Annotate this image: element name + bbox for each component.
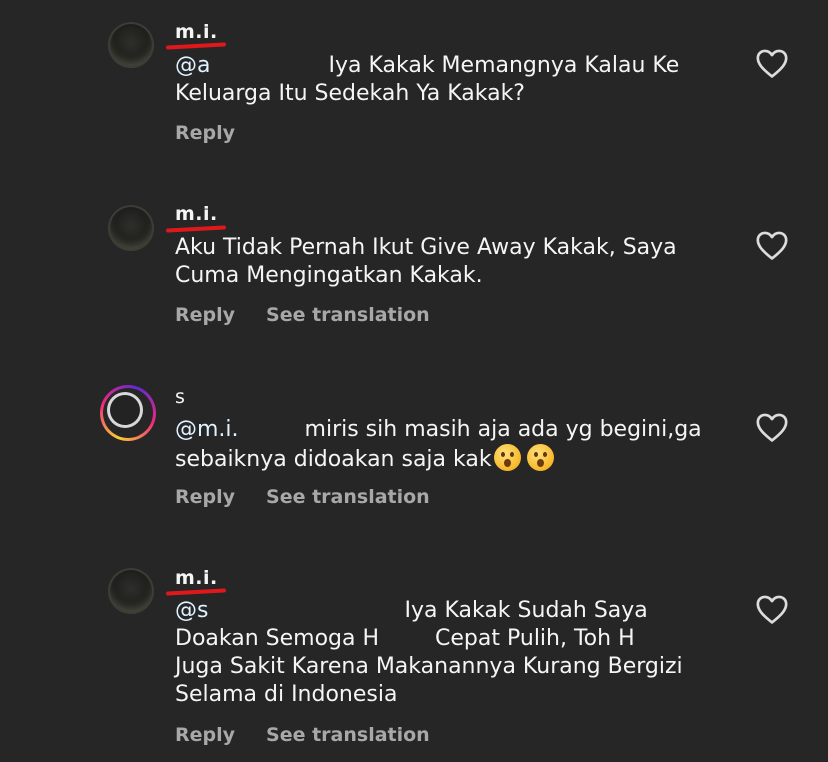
reply-button[interactable]: Reply	[175, 486, 235, 508]
comment-username[interactable]: m.i.	[175, 567, 218, 589]
avatar-image	[107, 392, 143, 428]
comment-username[interactable]: m.i.	[175, 203, 218, 225]
comment-text-line: Doakan Semoga H Cepat Pulih, Toh H	[175, 626, 635, 651]
mention-link[interactable]: @m.i.	[175, 417, 239, 442]
comment-text-line: Keluarga Itu Sedekah Ya Kakak?	[175, 81, 525, 106]
comment-text-line: @s Iya Kakak Sudah Saya	[175, 598, 648, 623]
red-underline-mark	[165, 588, 227, 596]
comment-actions: Reply	[175, 122, 266, 144]
avatar-with-story-ring[interactable]	[100, 385, 156, 441]
reply-button[interactable]: Reply	[175, 724, 235, 746]
comment-username[interactable]: s	[175, 386, 185, 408]
heart-icon[interactable]	[755, 411, 789, 443]
heart-icon[interactable]	[755, 229, 789, 261]
comment-text-line: @m.i. miris sih masih aja ada yg begini,g…	[175, 417, 702, 442]
comment-text-line: sebaiknya didoakan saja kak	[175, 444, 554, 474]
avatar[interactable]	[108, 22, 154, 68]
heart-icon[interactable]	[755, 593, 789, 625]
see-translation-button[interactable]: See translation	[266, 486, 430, 508]
comment-text-line: @a Iya Kakak Memangnya Kalau Ke	[175, 53, 680, 78]
red-underline-mark	[165, 42, 227, 50]
see-translation-button[interactable]: See translation	[266, 304, 430, 326]
reply-button[interactable]: Reply	[175, 122, 235, 144]
comment-text-line: Aku Tidak Pernah Ikut Give Away Kakak, S…	[175, 235, 677, 260]
comment-actions: Reply See translation	[175, 724, 461, 746]
comment-text-line: Juga Sakit Karena Makanannya Kurang Berg…	[175, 654, 683, 679]
mention-link[interactable]: @a	[175, 53, 210, 78]
comment-text-line: Cuma Mengingatkan Kakak.	[175, 263, 483, 288]
avatar[interactable]	[108, 568, 154, 614]
comment-username[interactable]: m.i.	[175, 21, 218, 43]
heart-icon[interactable]	[755, 47, 789, 79]
comment-text-line: Selama di Indonesia	[175, 682, 398, 707]
comment-actions: Reply See translation	[175, 486, 461, 508]
surprised-face-icon	[526, 444, 554, 471]
comment-actions: Reply See translation	[175, 304, 461, 326]
avatar[interactable]	[108, 205, 154, 251]
red-underline-mark	[165, 225, 227, 233]
surprised-face-icon	[493, 444, 521, 471]
mention-link[interactable]: @s	[175, 598, 208, 623]
reply-button[interactable]: Reply	[175, 304, 235, 326]
see-translation-button[interactable]: See translation	[266, 724, 430, 746]
